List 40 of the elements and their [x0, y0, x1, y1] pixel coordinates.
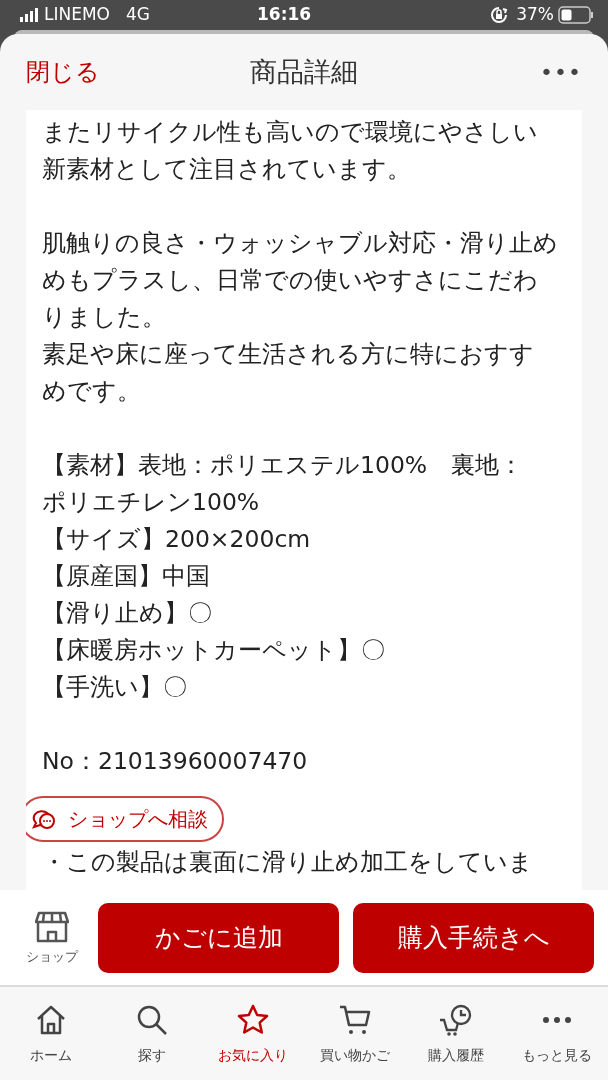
rotation-lock-icon	[490, 6, 509, 24]
tab-bar-item[interactable]: 探す	[101, 987, 203, 1080]
tab-bar-item[interactable]: もっと見る	[506, 987, 608, 1080]
star-icon	[236, 1003, 271, 1037]
description-text: 【原産国】中国	[42, 561, 211, 592]
search-icon	[135, 1003, 169, 1037]
cart-clock-icon	[438, 1003, 473, 1037]
battery-icon	[558, 6, 594, 24]
description-text: No：21013960007470	[42, 746, 309, 777]
description-text: 【サイズ】200×200cm	[42, 524, 312, 555]
add-to-cart-button[interactable]: かごに追加	[98, 902, 339, 973]
checkout-button[interactable]: 購入手続きへ	[353, 902, 594, 973]
description-text: 新素材として注目されています。	[42, 154, 412, 185]
description-text: 【滑り止め】〇	[42, 598, 213, 629]
network-type: 4G	[126, 3, 150, 27]
more-menu-button[interactable]: •••	[540, 55, 582, 89]
description-text: めもプラスし、日常での使いやすさにこだわ	[42, 265, 539, 296]
description-text: りました。	[42, 302, 167, 333]
tab-bar-item[interactable]: 購入履歴	[405, 987, 507, 1080]
consult-shop-button[interactable]: ショップへ相談	[26, 796, 224, 842]
description-text: 【手洗い】〇	[42, 672, 188, 703]
signal-icon	[20, 8, 40, 22]
description-text: ・この製品は裏面に滑り止め加工をしていま	[42, 847, 534, 878]
description-text: ポリエチレン100%	[42, 487, 261, 518]
page-title: 商品詳細	[250, 54, 358, 89]
description-text: めです。	[42, 376, 142, 407]
cart-icon	[337, 1003, 372, 1037]
carrier-name: LINEMO	[44, 3, 110, 27]
battery-percent: 37%	[516, 3, 554, 27]
tab-bar-item[interactable]: お気に入り	[202, 987, 304, 1080]
clock-time: 16:16	[257, 3, 312, 27]
shop-button[interactable]: ショップ	[20, 908, 84, 967]
close-link[interactable]: 閉じる	[26, 54, 100, 90]
tab-bar-item[interactable]: 買い物かご	[304, 987, 406, 1080]
description-text: またリサイクル性も高いので環境にやさしい	[42, 117, 539, 148]
description-text: 【素材】表地：ポリエステル100% 裏地：	[42, 450, 525, 481]
description-text: 肌触りの良さ・ウォッシャブル対応・滑り止め	[42, 228, 559, 259]
description-text: 【床暖房ホットカーペット】〇	[42, 635, 386, 666]
description-text: 素足や床に座って生活される方に特におすす	[42, 339, 535, 370]
tab-bar-item[interactable]: ホーム	[0, 987, 102, 1080]
